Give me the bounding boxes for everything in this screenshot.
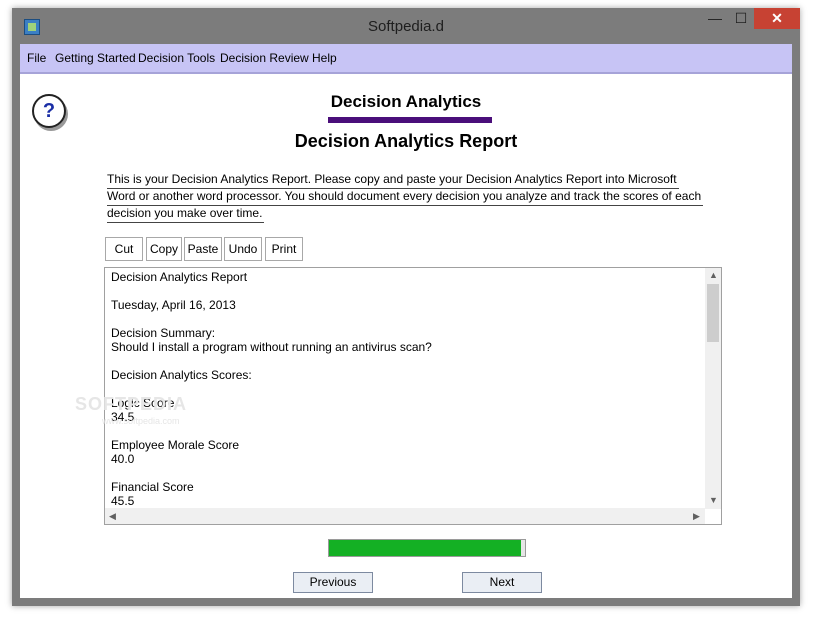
undo-button[interactable]: Undo [224, 237, 262, 261]
report-line: 34.5 [111, 410, 135, 424]
report-line [111, 382, 705, 396]
report-line: Tuesday, April 16, 2013 [111, 298, 236, 312]
report-line: 45.5 [111, 494, 135, 508]
watermark: SOFTPEDIA [75, 394, 188, 414]
heading-underline [328, 117, 492, 123]
minimize-button[interactable]: — [702, 8, 728, 29]
progress-bar [328, 539, 526, 557]
scroll-up-icon[interactable]: ▲ [709, 270, 718, 280]
scroll-right-icon[interactable]: ▶ [693, 511, 700, 522]
report-line [111, 466, 705, 480]
report-line [111, 312, 705, 326]
copy-button[interactable]: Copy [146, 237, 182, 261]
horizontal-scrollbar[interactable]: ◀ ▶ [105, 508, 705, 524]
instructions-line: This is your Decision Analytics Report. … [107, 172, 679, 189]
app-window: Softpedia.d — ☐ ✕ File Getting Started D… [12, 8, 800, 606]
next-button[interactable]: Next [462, 572, 542, 593]
print-button[interactable]: Print [265, 237, 303, 261]
report-line: Decision Analytics Report [111, 270, 248, 284]
title-bar[interactable]: Softpedia.d — ☐ ✕ [12, 8, 800, 44]
close-button[interactable]: ✕ [754, 8, 800, 29]
page-title: Decision Analytics Report [294, 131, 518, 151]
main-content: ? Decision Analytics Decision Analytics … [20, 74, 792, 598]
report-line: Decision Analytics Scores: [111, 368, 252, 382]
report-line [111, 354, 705, 368]
report-line: Logic Score [111, 396, 175, 410]
report-line: Should I install a program without runni… [111, 340, 432, 354]
report-line [111, 424, 705, 438]
report-line: 40.0 [111, 452, 135, 466]
previous-button[interactable]: Previous [293, 572, 373, 593]
watermark-url: www.softpedia.com [102, 416, 180, 426]
report-text: Decision Analytics Report Tuesday, April … [111, 270, 705, 508]
menu-file[interactable]: File [27, 51, 46, 65]
menu-decision-review[interactable]: Decision Review [220, 51, 309, 65]
scroll-thumb[interactable] [707, 284, 719, 342]
report-textarea[interactable]: Decision Analytics Report Tuesday, April … [104, 267, 722, 525]
maximize-button[interactable]: ☐ [728, 8, 754, 29]
paste-button[interactable]: Paste [184, 237, 222, 261]
menu-help[interactable]: Help [312, 51, 337, 65]
instructions-text: This is your Decision Analytics Report. … [107, 172, 719, 223]
window-title: Softpedia.d [368, 18, 444, 35]
menu-decision-tools[interactable]: Decision Tools [138, 51, 215, 65]
report-line: Decision Summary: [111, 326, 216, 340]
progress-fill [329, 540, 522, 556]
scroll-down-icon[interactable]: ▼ [709, 495, 718, 505]
vertical-scrollbar[interactable]: ▲ ▼ [705, 268, 721, 509]
report-line [111, 284, 705, 298]
report-line: Financial Score [111, 480, 194, 494]
menu-getting-started[interactable]: Getting Started [55, 51, 136, 65]
instructions-line: decision you make over time. [107, 206, 265, 223]
app-heading: Decision Analytics [330, 92, 482, 111]
cut-button[interactable]: Cut [105, 237, 143, 261]
report-line: Employee Morale Score [111, 438, 240, 452]
instructions-line: Word or another word processor. You shou… [107, 189, 704, 206]
menu-bar: File Getting Started Decision Tools Deci… [20, 44, 792, 74]
scroll-left-icon[interactable]: ◀ [109, 511, 116, 522]
